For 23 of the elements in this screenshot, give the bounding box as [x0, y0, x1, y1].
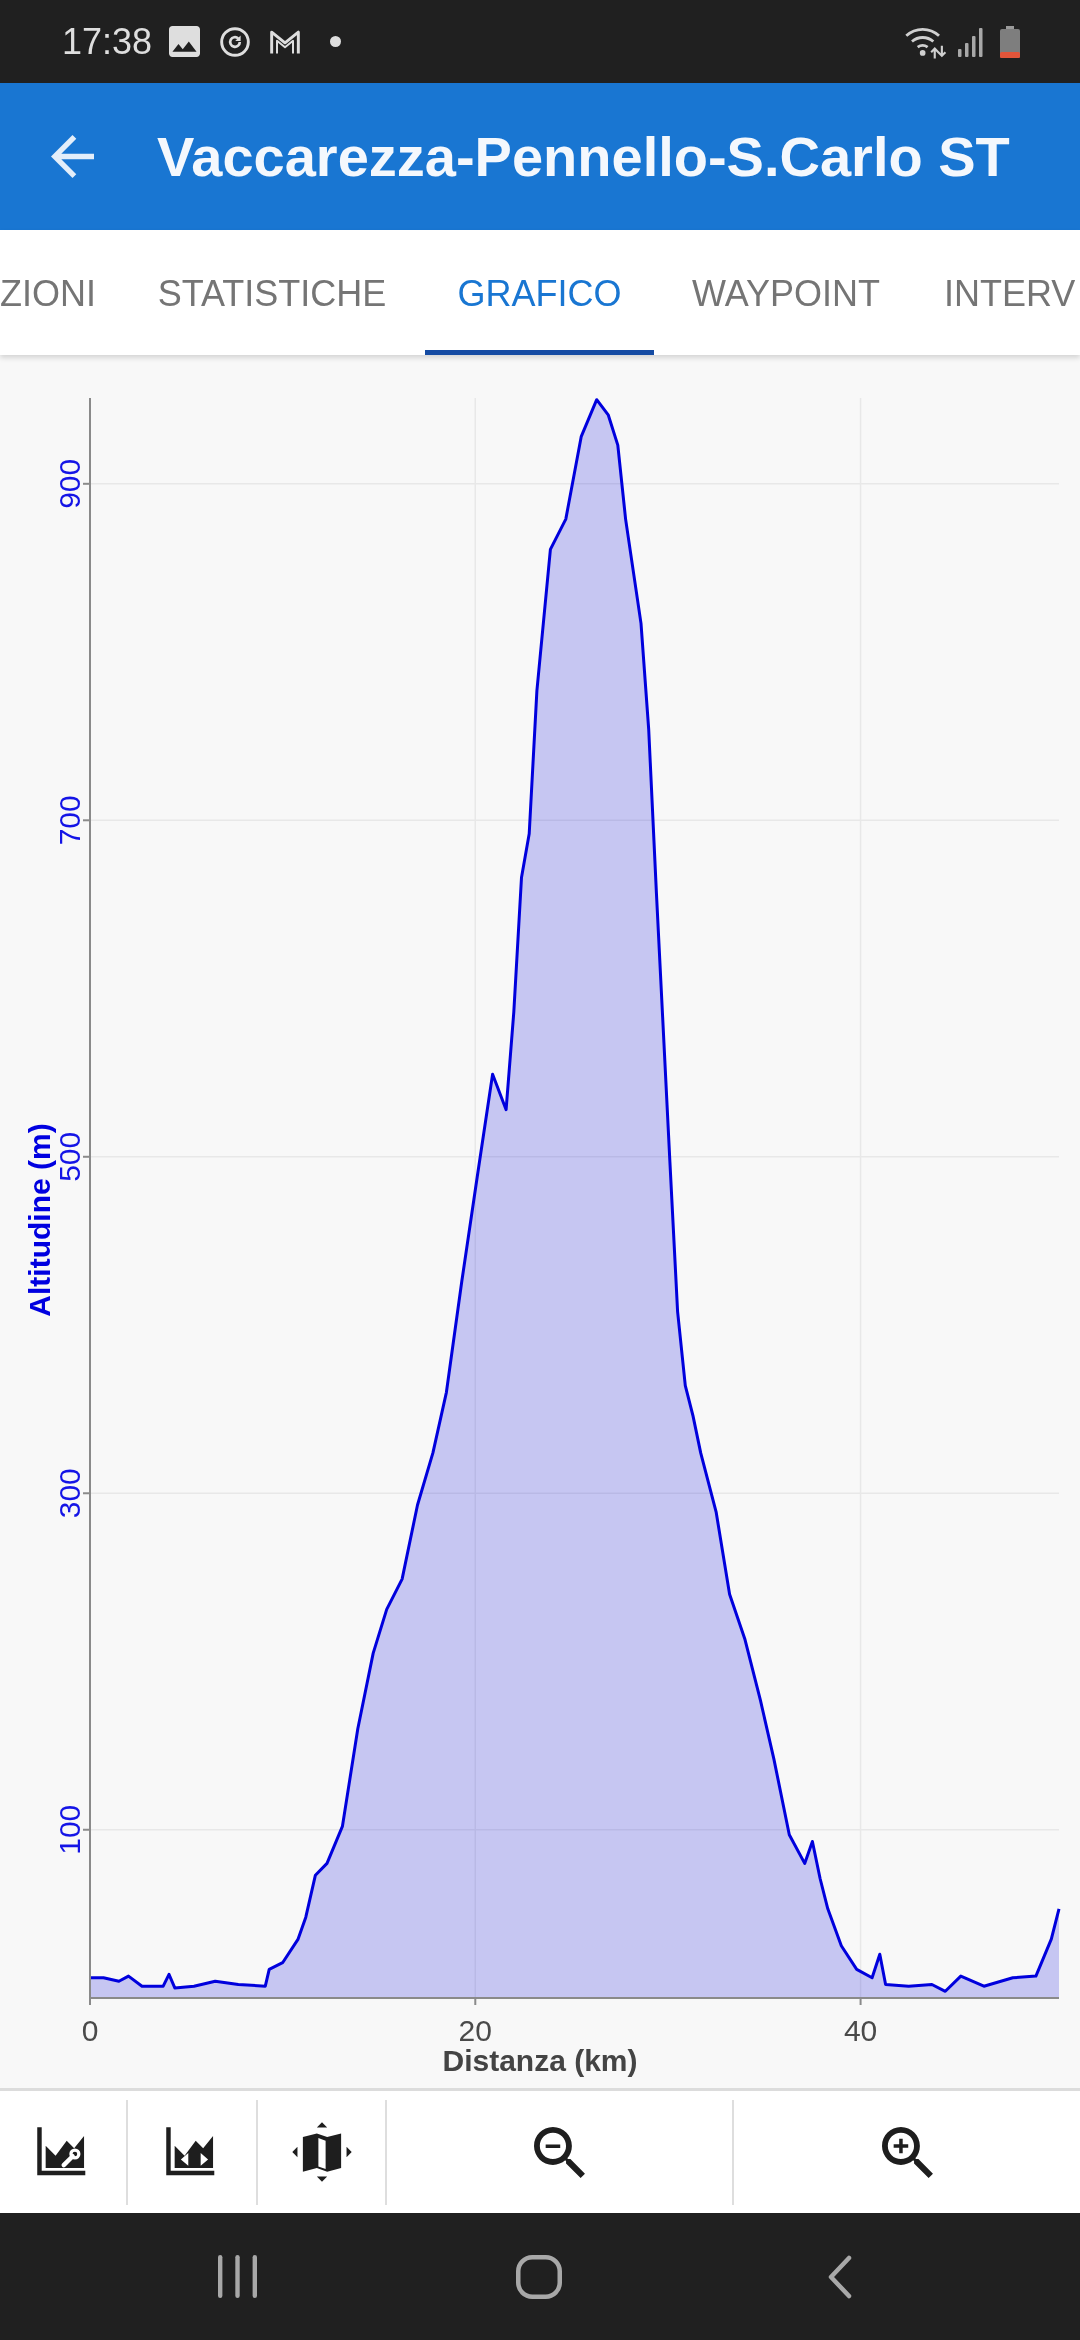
- signal-icon: [957, 26, 985, 57]
- battery-icon: [999, 25, 1021, 58]
- sync-icon: [219, 25, 252, 58]
- y-tick-label: 300: [53, 1468, 87, 1519]
- tab[interactable]: STATISTICHE: [119, 230, 425, 355]
- image-icon: [169, 26, 201, 57]
- back-arrow-icon: [50, 135, 94, 178]
- x-tick-label: 40: [843, 2013, 878, 2047]
- m-logo-icon: [269, 28, 302, 55]
- recent-apps-icon: [217, 2255, 257, 2298]
- zoom-out-icon: [534, 2126, 585, 2178]
- home-icon: [516, 2254, 562, 2299]
- y-tick-label: 100: [53, 1804, 87, 1855]
- notification-dot-icon: [330, 36, 342, 47]
- tab[interactable]: INTERV: [918, 230, 1080, 355]
- x-tick-label: 0: [81, 2013, 99, 2047]
- y-tick-label: 900: [53, 458, 87, 509]
- tab[interactable]: ZIONI: [0, 230, 119, 355]
- y-tick-label: 700: [53, 795, 87, 846]
- tab[interactable]: WAYPOINT: [654, 230, 918, 355]
- status-time: 17:38: [62, 23, 153, 60]
- screen-title: Vaccarezza-Pennello-S.Carlo ST: [157, 128, 1010, 185]
- zoom-in-icon: [881, 2126, 933, 2178]
